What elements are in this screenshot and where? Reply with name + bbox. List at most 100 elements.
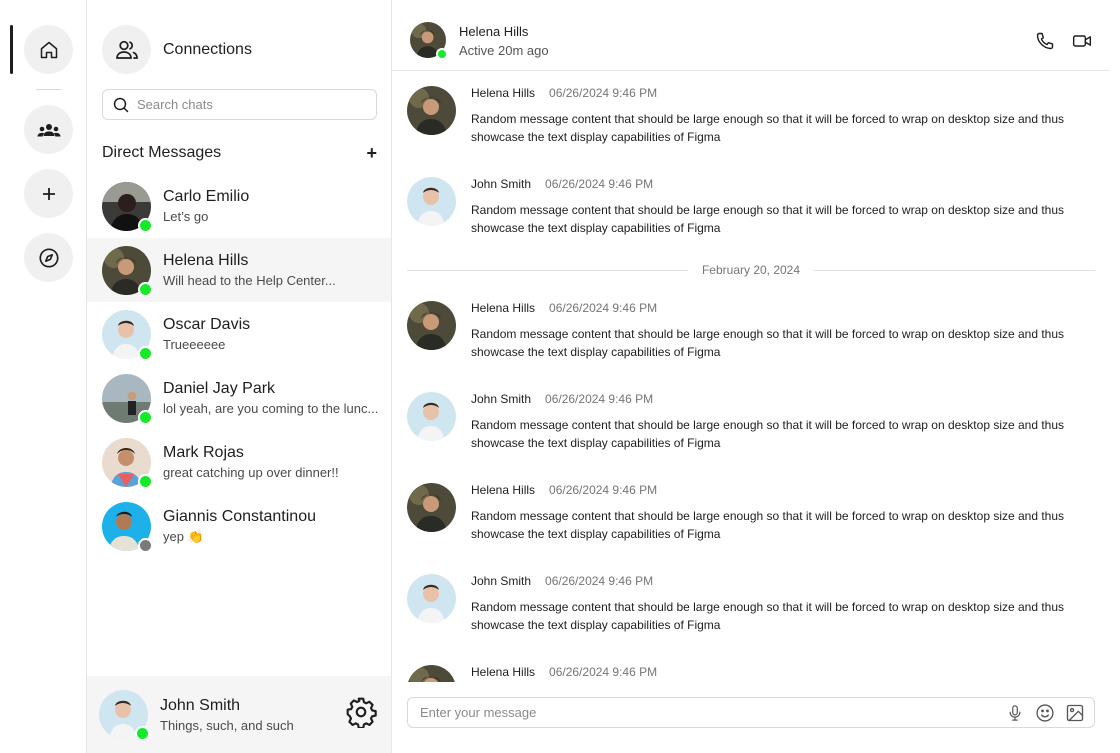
message-time: 06/26/2024 9:46 PM (545, 177, 654, 191)
smiley-icon (1036, 703, 1054, 722)
chat-name: Helena Hills (163, 252, 249, 269)
groups-button[interactable] (24, 105, 73, 154)
date-divider-label: February 20, 2024 (701, 263, 801, 277)
search-box[interactable] (102, 89, 377, 120)
avatar-wrap (102, 373, 153, 425)
chat-item-carlo-emilio[interactable]: Carlo Emilio Let’s go (87, 174, 391, 238)
chat-item-oscar-davis[interactable]: Oscar Davis Trueeeeee (87, 302, 391, 366)
online-status-dot (138, 409, 153, 425)
avatar-wrap (407, 574, 456, 623)
message-time: 06/26/2024 9:46 PM (545, 574, 654, 588)
avatar[interactable] (407, 483, 456, 532)
microphone-icon (1009, 704, 1021, 721)
chat-text: Oscar Davis Trueeeeee (163, 316, 381, 352)
emoji-button[interactable] (1034, 702, 1056, 724)
search-input[interactable] (137, 97, 367, 112)
avatar[interactable] (407, 86, 456, 135)
voice-button[interactable] (1004, 702, 1026, 724)
message-composer[interactable] (407, 697, 1095, 728)
avatar-wrap (102, 309, 153, 361)
avatar-wrap (102, 181, 153, 233)
rail-divider (36, 89, 61, 90)
chat-preview: great catching up over dinner!! (163, 465, 339, 480)
message-author: John Smith (471, 574, 532, 588)
chat-item-giannis-constantinou[interactable]: Giannis Constantinou yep 👏 (87, 494, 391, 558)
compass-icon (38, 247, 59, 268)
online-status-dot (138, 281, 153, 297)
avatar-wrap (407, 177, 456, 226)
gear-icon (346, 697, 377, 728)
new-message-button[interactable]: + (366, 144, 377, 162)
chat-item-mark-rojas[interactable]: Mark Rojas great catching up over dinner… (87, 430, 391, 494)
avatar-wrap (99, 690, 150, 741)
connections-icon-button[interactable] (102, 25, 151, 74)
chat-name: Carlo Emilio (163, 188, 250, 205)
panel-header: Connections (102, 25, 252, 74)
chat-name: Daniel Jay Park (163, 380, 276, 397)
chat-list-panel: Connections Direct Messages + Carlo Emil… (87, 0, 392, 753)
avatar-wrap (102, 245, 153, 297)
video-icon (1072, 35, 1092, 47)
direct-messages-header: Direct Messages + (102, 144, 377, 162)
chat-text: Giannis Constantinou yep 👏 (163, 508, 381, 545)
message-time: 06/26/2024 9:46 PM (549, 86, 658, 100)
message-author: John Smith (471, 177, 532, 191)
message-author: Helena Hills (471, 665, 536, 679)
chat-name: Mark Rojas (163, 444, 244, 461)
plus-icon (42, 187, 55, 200)
message-author: Helena Hills (471, 86, 536, 100)
date-divider: February 20, 2024 (407, 261, 1095, 279)
msg-meta: John Smith 06/26/2024 9:46 PM (471, 177, 653, 191)
conversation-header: Helena Hills Active 20m ago (392, 0, 1110, 71)
home-icon (40, 41, 57, 58)
explore-button[interactable] (24, 233, 73, 282)
avatar[interactable] (407, 301, 456, 350)
current-user-card: John Smith Things, such, and such (87, 676, 391, 753)
conversation-status: Active 20m ago (459, 43, 549, 58)
attach-image-button[interactable] (1064, 702, 1086, 724)
message-text: Random message content that should be la… (471, 600, 1065, 632)
users-icon (115, 40, 138, 59)
avatar[interactable] (407, 665, 456, 682)
settings-button[interactable] (343, 694, 379, 730)
msg-meta: John Smith 06/26/2024 9:46 PM (471, 392, 653, 406)
image-icon (1066, 704, 1084, 721)
online-status-dot (436, 48, 448, 60)
chat-name: Oscar Davis (163, 316, 251, 333)
avatar-wrap (407, 665, 456, 682)
call-button[interactable] (1034, 30, 1056, 52)
avatar[interactable] (407, 177, 456, 226)
message-text: Random message content that should be la… (471, 327, 1065, 359)
message-list: Helena Hills 06/26/2024 9:46 PM Random me… (392, 71, 1110, 682)
conversation-name: Helena Hills (459, 24, 529, 39)
message-author: John Smith (471, 392, 532, 406)
avatar-wrap (407, 86, 456, 135)
chat-text: Helena Hills Will head to the Help Cente… (163, 252, 381, 288)
message-time: 06/26/2024 9:46 PM (545, 392, 654, 406)
groups-icon (37, 123, 60, 136)
chat-name: Giannis Constantinou (163, 507, 316, 525)
chat-preview: yep 👏 (163, 528, 204, 544)
chat-text: Carlo Emilio Let’s go (163, 188, 381, 224)
msg-meta: Helena Hills 06/26/2024 9:46 PM (471, 301, 657, 315)
avatar-wrap (407, 483, 456, 532)
panel-title: Connections (163, 40, 252, 58)
chat-item-daniel-jay-park[interactable]: Daniel Jay Park lol yeah, are you coming… (87, 366, 391, 430)
avatar[interactable] (407, 574, 456, 623)
home-button[interactable] (24, 25, 73, 74)
message-author: Helena Hills (471, 483, 536, 497)
online-status-dot (138, 473, 153, 489)
line (814, 269, 1095, 271)
message-text: Random message content that should be la… (471, 509, 1065, 541)
message-input[interactable] (420, 705, 1004, 720)
phone-icon (1036, 32, 1054, 50)
chat-item-helena-hills[interactable]: Helena Hills Will head to the Help Cente… (87, 238, 391, 302)
avatar[interactable] (407, 392, 456, 441)
online-status-dot (135, 726, 150, 741)
app-rail (0, 0, 87, 753)
video-call-button[interactable] (1071, 30, 1093, 52)
add-server-button[interactable] (24, 169, 73, 218)
message-text: Random message content that should be la… (471, 418, 1065, 450)
avatar-wrap (407, 301, 456, 350)
direct-messages-title: Direct Messages (102, 144, 222, 161)
